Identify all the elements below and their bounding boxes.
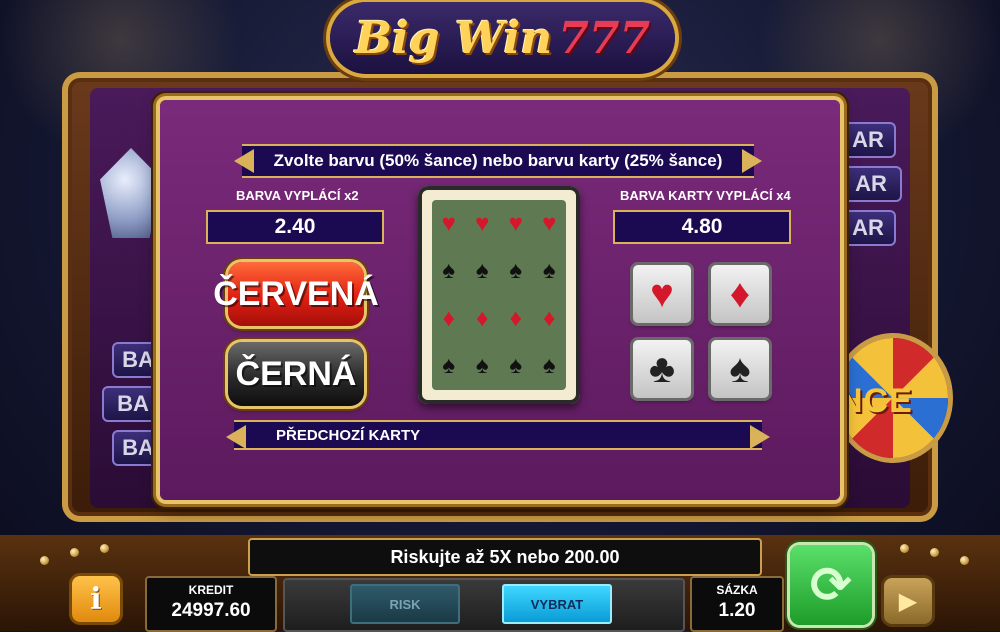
hearts-button[interactable]: ♥ — [633, 265, 691, 323]
heart-icon: ♥ — [650, 271, 674, 316]
bar-symbol: BA — [112, 342, 164, 378]
logo-text: Big Win — [354, 12, 553, 64]
bar-symbol: AR — [840, 122, 896, 158]
bar-symbol: BA — [102, 386, 164, 422]
diamonds-button[interactable]: ♦ — [711, 265, 769, 323]
autoplay-button[interactable]: ▶ — [884, 578, 932, 624]
face-down-card: ♥ ♥ ♥ ♥ ♠ ♠ ♠ ♠ ♦ ♦ ♦ ♦ ♠ ♠ ♠ ♠ — [418, 186, 580, 404]
info-button[interactable]: i — [72, 576, 120, 622]
wheel-label: NCE — [838, 382, 913, 420]
previous-cards: PŘEDCHOZÍ KARTY — [234, 420, 762, 450]
red-button[interactable]: ČERVENÁ — [213, 262, 379, 326]
decor-stud — [960, 556, 969, 565]
color-payout-label: BARVA VYPLÁCÍ x2 — [236, 188, 359, 203]
card-back-pattern: ♥ ♥ ♥ ♥ ♠ ♠ ♠ ♠ ♦ ♦ ♦ ♦ ♠ ♠ ♠ ♠ — [432, 200, 566, 390]
play-icon: ▶ — [898, 587, 918, 615]
risk-button[interactable]: RISK — [350, 584, 460, 624]
bar-symbol: AR — [840, 166, 902, 202]
bet-display: SÁZKA 1.20 — [690, 576, 784, 632]
decor-stud — [900, 544, 909, 553]
bar-symbol: AR — [840, 210, 896, 246]
spades-button[interactable]: ♠ — [711, 340, 769, 398]
club-icon: ♣ — [648, 346, 676, 391]
risk-message: Riskujte až 5X nebo 200.00 — [248, 538, 762, 576]
spin-button[interactable]: ⟳ — [790, 545, 872, 625]
clubs-button[interactable]: ♣ — [633, 340, 691, 398]
decor-stud — [40, 556, 49, 565]
refresh-icon: ⟳ — [810, 557, 852, 613]
suit-payout-label: BARVA KARTY VYPLÁCÍ x4 — [620, 188, 791, 203]
black-button[interactable]: ČERNÁ — [228, 342, 364, 406]
bar-symbol: BA — [112, 430, 164, 466]
action-strip — [283, 578, 685, 632]
suit-payout-value: 4.80 — [613, 210, 791, 244]
spade-icon: ♠ — [729, 346, 751, 391]
gamble-instruction: Zvolte barvu (50% šance) nebo barvu kart… — [242, 144, 754, 178]
gamble-panel: Zvolte barvu (50% šance) nebo barvu kart… — [160, 100, 840, 500]
color-payout-value: 2.40 — [206, 210, 384, 244]
decor-stud — [930, 548, 939, 557]
bet-value: 1.20 — [718, 600, 756, 621]
decor-stud — [100, 544, 109, 553]
credit-label: KREDIT — [188, 583, 234, 597]
credit-value: 24997.60 — [171, 600, 251, 621]
game-logo: Big Win 777 — [330, 2, 675, 74]
decor-stud — [70, 548, 79, 557]
collect-button[interactable]: VYBRAT — [502, 584, 612, 624]
diamond-icon: ♦ — [729, 271, 751, 316]
info-icon: i — [90, 581, 102, 617]
bet-label: SÁZKA — [716, 583, 758, 597]
logo-777: 777 — [558, 12, 651, 64]
credit-display: KREDIT 24997.60 — [145, 576, 277, 632]
